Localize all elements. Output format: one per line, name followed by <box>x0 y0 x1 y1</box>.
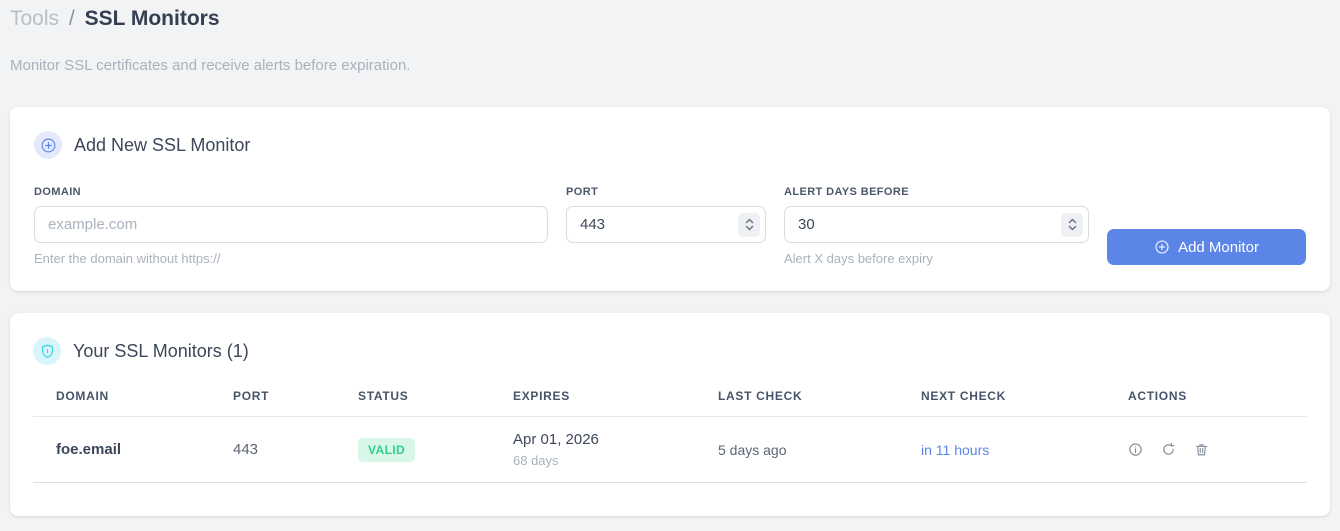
add-monitor-card-header: Add New SSL Monitor <box>34 131 1306 160</box>
info-icon <box>1128 442 1143 457</box>
column-header-port: PORT <box>233 389 270 404</box>
domain-input[interactable] <box>34 206 548 244</box>
add-monitor-button-label: Add Monitor <box>1178 238 1259 256</box>
alert-days-label: ALERT DAYS BEFORE <box>784 186 909 199</box>
breadcrumb-separator: / <box>68 7 75 30</box>
add-monitor-form: DOMAIN Enter the domain without https://… <box>34 186 1306 266</box>
monitor-actions-cell <box>1105 442 1307 457</box>
page-title: SSL Monitors <box>84 7 220 30</box>
table-header-row: DOMAIN PORT STATUS EXPIRES LAST CHECK NE… <box>33 389 1307 418</box>
port-field-group: PORT <box>566 186 766 244</box>
plus-circle-icon <box>1154 239 1170 255</box>
expires-date: Apr 01, 2026 <box>513 431 599 449</box>
monitor-expires-cell: Apr 01, 2026 68 days <box>490 431 695 468</box>
monitors-card-title: Your SSL Monitors (1) <box>73 340 249 361</box>
column-header-status: STATUS <box>358 389 409 404</box>
port-stepper[interactable] <box>738 212 760 237</box>
monitor-last-check: 5 days ago <box>718 441 787 458</box>
add-monitor-button[interactable]: Add Monitor <box>1107 229 1306 266</box>
monitors-table: DOMAIN PORT STATUS EXPIRES LAST CHECK NE… <box>33 389 1307 484</box>
add-monitor-card: Add New SSL Monitor DOMAIN Enter the dom… <box>10 107 1330 292</box>
column-header-actions: ACTIONS <box>1128 389 1187 404</box>
monitors-list-card: Your SSL Monitors (1) DOMAIN PORT STATUS… <box>10 313 1330 517</box>
port-label: PORT <box>566 186 599 199</box>
domain-label: DOMAIN <box>34 186 82 199</box>
plus-circle-icon <box>34 131 62 160</box>
table-row: foe.email 443 VALID Apr 01, 2026 68 days… <box>33 417 1307 484</box>
status-badge: VALID <box>358 437 416 462</box>
column-header-expires: EXPIRES <box>513 389 570 404</box>
add-monitor-card-title: Add New SSL Monitor <box>74 134 251 155</box>
refresh-button[interactable] <box>1161 442 1176 457</box>
monitor-status-cell: VALID <box>335 437 490 462</box>
alert-days-field-group: ALERT DAYS BEFORE Alert X days before ex… <box>784 186 1089 266</box>
monitor-next-check: in 11 hours <box>921 441 990 458</box>
refresh-icon <box>1161 442 1176 457</box>
domain-helper-text: Enter the domain without https:// <box>34 251 221 267</box>
alert-days-input[interactable] <box>784 206 1089 244</box>
trash-icon <box>1194 442 1209 457</box>
monitor-domain: foe.email <box>56 441 122 459</box>
breadcrumb: Tools / SSL Monitors <box>10 6 1330 31</box>
monitor-port: 443 <box>233 441 259 459</box>
alert-days-helper-text: Alert X days before expiry <box>784 251 933 267</box>
info-button[interactable] <box>1128 442 1143 457</box>
ssl-monitors-page: Tools / SSL Monitors Monitor SSL certifi… <box>0 0 1340 517</box>
alert-days-stepper[interactable] <box>1061 212 1083 237</box>
column-header-last-check: LAST CHECK <box>718 389 803 404</box>
column-header-next-check: NEXT CHECK <box>921 389 1007 404</box>
column-header-domain: DOMAIN <box>56 389 109 404</box>
domain-field-group: DOMAIN Enter the domain without https:// <box>34 186 548 266</box>
port-input[interactable] <box>566 206 766 244</box>
page-subtitle: Monitor SSL certificates and receive ale… <box>10 57 411 75</box>
breadcrumb-tools-link[interactable]: Tools <box>10 7 59 30</box>
expires-days-remaining: 68 days <box>513 453 559 469</box>
monitors-card-header: Your SSL Monitors (1) <box>33 337 1307 366</box>
shield-lock-icon <box>33 337 61 366</box>
delete-button[interactable] <box>1194 442 1209 457</box>
